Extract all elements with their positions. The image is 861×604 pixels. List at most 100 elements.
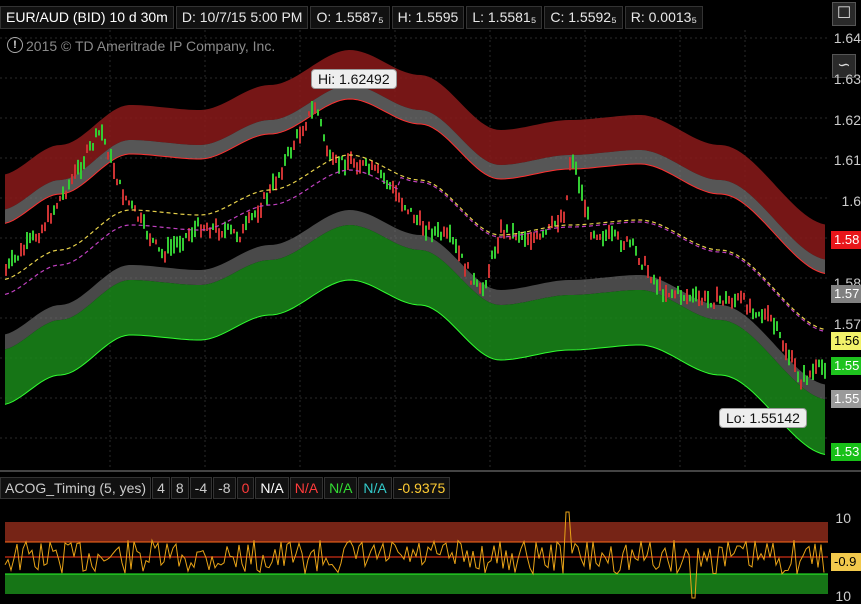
price-candle bbox=[62, 186, 64, 200]
copyright-text: 2015 © TD Ameritrade IP Company, Inc. bbox=[26, 38, 276, 54]
price-candle bbox=[488, 264, 490, 278]
price-candle bbox=[341, 156, 343, 161]
price-axis-label: 1.63 bbox=[833, 71, 861, 87]
price-candle bbox=[629, 239, 631, 248]
price-candle bbox=[464, 263, 466, 277]
price-candle bbox=[314, 102, 316, 114]
price-candle bbox=[761, 309, 763, 324]
price-candle bbox=[515, 233, 517, 241]
price-candle bbox=[452, 237, 454, 245]
price-candle bbox=[266, 192, 268, 205]
price-candle bbox=[692, 288, 694, 303]
price-candle bbox=[698, 290, 700, 307]
price-candle bbox=[794, 358, 796, 372]
price-candle bbox=[194, 220, 196, 238]
price-axis-label: 1.57 bbox=[833, 316, 861, 332]
price-candle bbox=[689, 294, 691, 302]
price-candle bbox=[374, 164, 376, 171]
chart-window: EUR/AUD (BID) 10 d 30m D: 10/7/15 5:00 P… bbox=[0, 0, 861, 604]
price-candle bbox=[587, 206, 589, 220]
price-candle bbox=[200, 224, 202, 238]
price-candle bbox=[86, 144, 88, 153]
price-candle bbox=[158, 247, 160, 252]
price-candle bbox=[155, 239, 157, 245]
price-candle bbox=[500, 219, 502, 233]
price-candle bbox=[449, 224, 451, 243]
price-candle bbox=[578, 176, 580, 194]
date-label: D: 10/7/15 5:00 PM bbox=[175, 6, 309, 29]
price-candle bbox=[710, 302, 712, 308]
price-candle bbox=[632, 238, 634, 246]
price-candle bbox=[371, 161, 373, 170]
price-candle bbox=[281, 167, 283, 180]
price-candle bbox=[455, 239, 457, 254]
price-candle bbox=[263, 192, 265, 199]
info-icon[interactable]: ! bbox=[7, 37, 23, 53]
price-candle bbox=[32, 230, 34, 241]
high-label: H: 1.5595 bbox=[391, 6, 465, 29]
alert-icon[interactable]: ☐ bbox=[832, 2, 856, 26]
low-callout: Lo: 1.55142 bbox=[719, 408, 807, 428]
price-candle bbox=[434, 226, 436, 236]
symbol-label[interactable]: EUR/AUD (BID) 10 d 30m bbox=[0, 6, 174, 29]
quote-header: EUR/AUD (BID) 10 d 30m D: 10/7/15 5:00 P… bbox=[0, 6, 705, 29]
price-candle bbox=[419, 210, 421, 226]
price-candle bbox=[704, 290, 706, 302]
price-candle bbox=[473, 272, 475, 285]
price-candle bbox=[164, 251, 166, 263]
price-candle bbox=[635, 246, 637, 256]
price-candle bbox=[14, 254, 16, 263]
price-candle bbox=[791, 350, 793, 363]
oscillator-chart[interactable] bbox=[0, 504, 861, 601]
price-candle bbox=[398, 192, 400, 203]
price-badge: 1.57 bbox=[831, 285, 861, 303]
price-candle bbox=[524, 231, 526, 247]
price-chart[interactable] bbox=[0, 0, 861, 470]
close-label: C: 1.5592₅ bbox=[544, 6, 623, 29]
indicator-name[interactable]: ACOG_Timing (5, yes) bbox=[0, 477, 152, 499]
price-candle bbox=[749, 298, 751, 313]
price-candle bbox=[95, 128, 97, 138]
price-candle bbox=[365, 158, 367, 166]
price-axis-label: 1.62 bbox=[833, 112, 861, 128]
price-candle bbox=[731, 297, 733, 309]
price-candle bbox=[416, 214, 418, 226]
price-candle bbox=[290, 147, 292, 159]
price-candle bbox=[725, 291, 727, 304]
price-candle bbox=[785, 343, 787, 361]
indicator-param: 8 bbox=[170, 477, 189, 499]
price-candle bbox=[215, 218, 217, 233]
price-candle bbox=[431, 228, 433, 243]
price-candle bbox=[59, 195, 61, 202]
price-candle bbox=[74, 164, 76, 179]
price-candle bbox=[239, 236, 241, 243]
price-candle bbox=[443, 226, 445, 237]
price-candle bbox=[353, 158, 355, 168]
price-candle bbox=[743, 292, 745, 300]
price-candle bbox=[5, 264, 7, 276]
price-candle bbox=[728, 295, 730, 304]
price-candle bbox=[269, 184, 271, 194]
price-candle bbox=[380, 169, 382, 179]
price-candle bbox=[83, 156, 85, 170]
osc-axis-top: 10 bbox=[835, 510, 851, 526]
pane-divider[interactable] bbox=[0, 470, 861, 472]
price-candle bbox=[812, 363, 814, 380]
price-candle bbox=[146, 230, 148, 240]
price-candle bbox=[617, 231, 619, 240]
price-candle bbox=[278, 172, 280, 178]
price-candle bbox=[29, 232, 31, 244]
price-candle bbox=[8, 258, 10, 269]
price-candle bbox=[131, 200, 133, 209]
price-candle bbox=[806, 375, 808, 385]
indicator-value: N/A bbox=[255, 477, 289, 499]
price-candle bbox=[257, 205, 259, 223]
price-candle bbox=[110, 148, 112, 163]
price-candle bbox=[545, 229, 547, 235]
price-candle bbox=[68, 179, 70, 190]
price-candle bbox=[527, 232, 529, 246]
price-candle bbox=[479, 282, 481, 294]
price-candle bbox=[491, 250, 493, 260]
price-candle bbox=[197, 217, 199, 227]
price-axis-label: 1.64 bbox=[833, 30, 861, 46]
